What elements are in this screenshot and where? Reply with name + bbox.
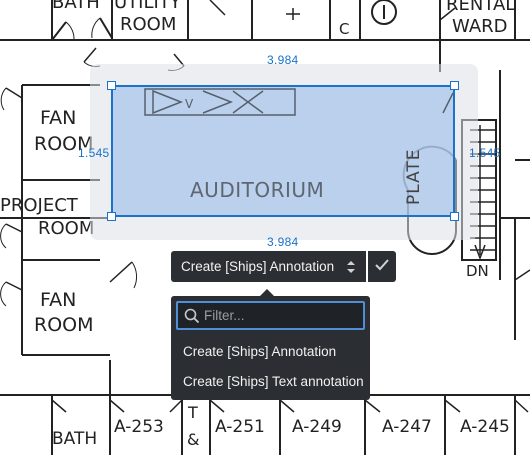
checkmark-icon [375, 258, 389, 276]
resize-handle-top-right[interactable] [450, 81, 459, 90]
dropdown-pointer [260, 289, 274, 296]
dimension-width-bottom: 3.984 [267, 235, 299, 249]
resize-handle-bottom-left[interactable] [107, 212, 116, 221]
filter-input[interactable] [204, 308, 354, 323]
chevron-up-down-icon [346, 260, 356, 274]
room-label-a251: A-251 [215, 417, 265, 437]
room-label-fan-1a: FAN [40, 107, 76, 129]
menu-item-create-text-annotation[interactable]: Create [Ships] Text annotation [183, 374, 364, 389]
auditorium-drawing: V AUDITORIUM [144, 88, 453, 202]
room-label-rental-1: RENTAL [446, 0, 515, 15]
room-label-a253: A-253 [114, 417, 164, 437]
room-label-plate: PLATE [404, 148, 424, 205]
menu-item-create-annotation[interactable]: Create [Ships] Annotation [183, 344, 336, 359]
room-label-auditorium: AUDITORIUM [190, 178, 324, 202]
room-label-amp: & [187, 430, 199, 449]
room-label-bath-bottom: BATH [52, 429, 97, 449]
room-label-t: T [187, 403, 198, 422]
dimension-width-top: 3.984 [267, 53, 299, 67]
annotation-toolbar: Create [Ships] Annotation [171, 251, 397, 282]
annotation-type-dropdown: Create [Ships] Annotation Create [Ships]… [171, 289, 370, 400]
annotation-type-label: Create [Ships] Annotation [181, 259, 335, 274]
dimension-height-left: 1.545 [78, 146, 110, 160]
v-marker-label: V [185, 97, 194, 111]
resize-handle-top-left[interactable] [107, 81, 116, 90]
c-marker-label: C [339, 20, 349, 38]
resize-handle-bottom-right[interactable] [450, 212, 459, 221]
canvas-viewport[interactable]: C BATH UTILITY ROOM RENTAL WARD FAN ROOM… [0, 0, 530, 455]
room-label-projection-1: PROJECT [0, 195, 79, 216]
room-label-a245: A-245 [460, 417, 510, 437]
room-label-rental-2: WARD [452, 16, 508, 37]
dimension-height-right: 1.545 [469, 146, 501, 160]
stair-dn-label: DN [466, 262, 489, 280]
room-label-fan-2b: ROOM [34, 314, 94, 336]
room-label-utility-1: UTILITY [114, 0, 182, 13]
room-label-bath-top: BATH [52, 0, 100, 13]
room-label-projection-2: ROOM [38, 218, 94, 239]
confirm-button[interactable] [368, 251, 397, 282]
room-label-fan-2a: FAN [40, 289, 76, 311]
room-label-utility-2: ROOM [120, 14, 176, 35]
search-icon [184, 308, 200, 323]
annotation-type-select[interactable]: Create [Ships] Annotation [171, 251, 367, 282]
room-label-a249: A-249 [292, 417, 342, 437]
room-label-a247: A-247 [382, 417, 432, 437]
filter-field[interactable] [176, 301, 365, 330]
